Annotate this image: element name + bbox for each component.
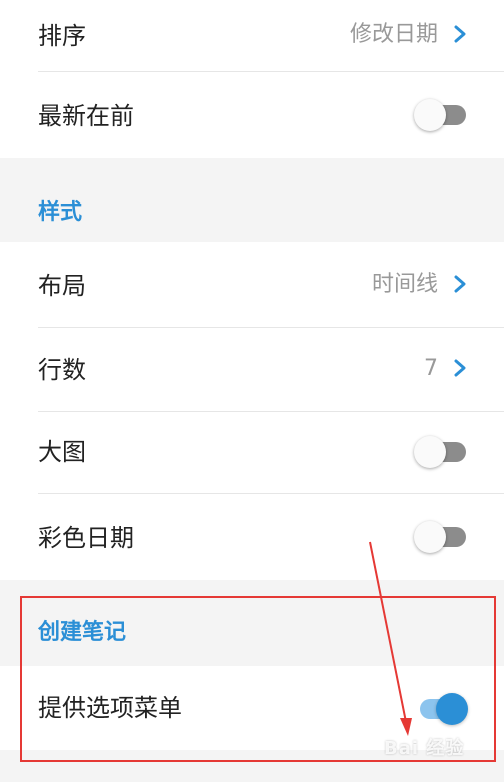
create-note-section-title: 创建笔记 <box>38 620 127 645</box>
color-date-toggle[interactable] <box>414 518 468 556</box>
lines-label: 行数 <box>38 356 86 384</box>
layout-value: 时间线 <box>371 272 438 297</box>
newest-first-row: 最新在前 <box>0 72 504 158</box>
sort-label: 排序 <box>38 22 86 50</box>
toggle-knob <box>414 521 446 553</box>
toggle-knob <box>414 99 446 131</box>
newest-first-toggle[interactable] <box>414 96 468 134</box>
toggle-knob <box>436 693 468 725</box>
create-note-section-header: 创建笔记 <box>0 580 504 666</box>
big-image-label: 大图 <box>38 438 86 466</box>
option-menu-label: 提供选项菜单 <box>38 694 182 722</box>
chevron-right-icon <box>452 358 468 378</box>
style-section-title: 样式 <box>38 200 83 225</box>
toggle-knob <box>414 436 446 468</box>
lines-value: 7 <box>424 356 438 381</box>
newest-first-label: 最新在前 <box>38 102 134 130</box>
chevron-right-icon <box>452 274 468 294</box>
color-date-row: 彩色日期 <box>0 494 504 580</box>
big-image-row: 大图 <box>0 412 504 494</box>
layout-label: 布局 <box>38 272 86 300</box>
layout-row[interactable]: 布局 时间线 <box>0 242 504 328</box>
style-section-header: 样式 <box>0 158 504 242</box>
sort-value: 修改日期 <box>349 22 438 47</box>
lines-row[interactable]: 行数 7 <box>0 328 504 412</box>
chevron-right-icon <box>452 24 468 44</box>
big-image-toggle[interactable] <box>414 433 468 471</box>
sort-row[interactable]: 排序 修改日期 <box>0 0 504 72</box>
watermark-logo: Bai 经验 <box>384 738 465 759</box>
option-menu-toggle[interactable] <box>414 690 468 728</box>
color-date-label: 彩色日期 <box>38 524 134 552</box>
